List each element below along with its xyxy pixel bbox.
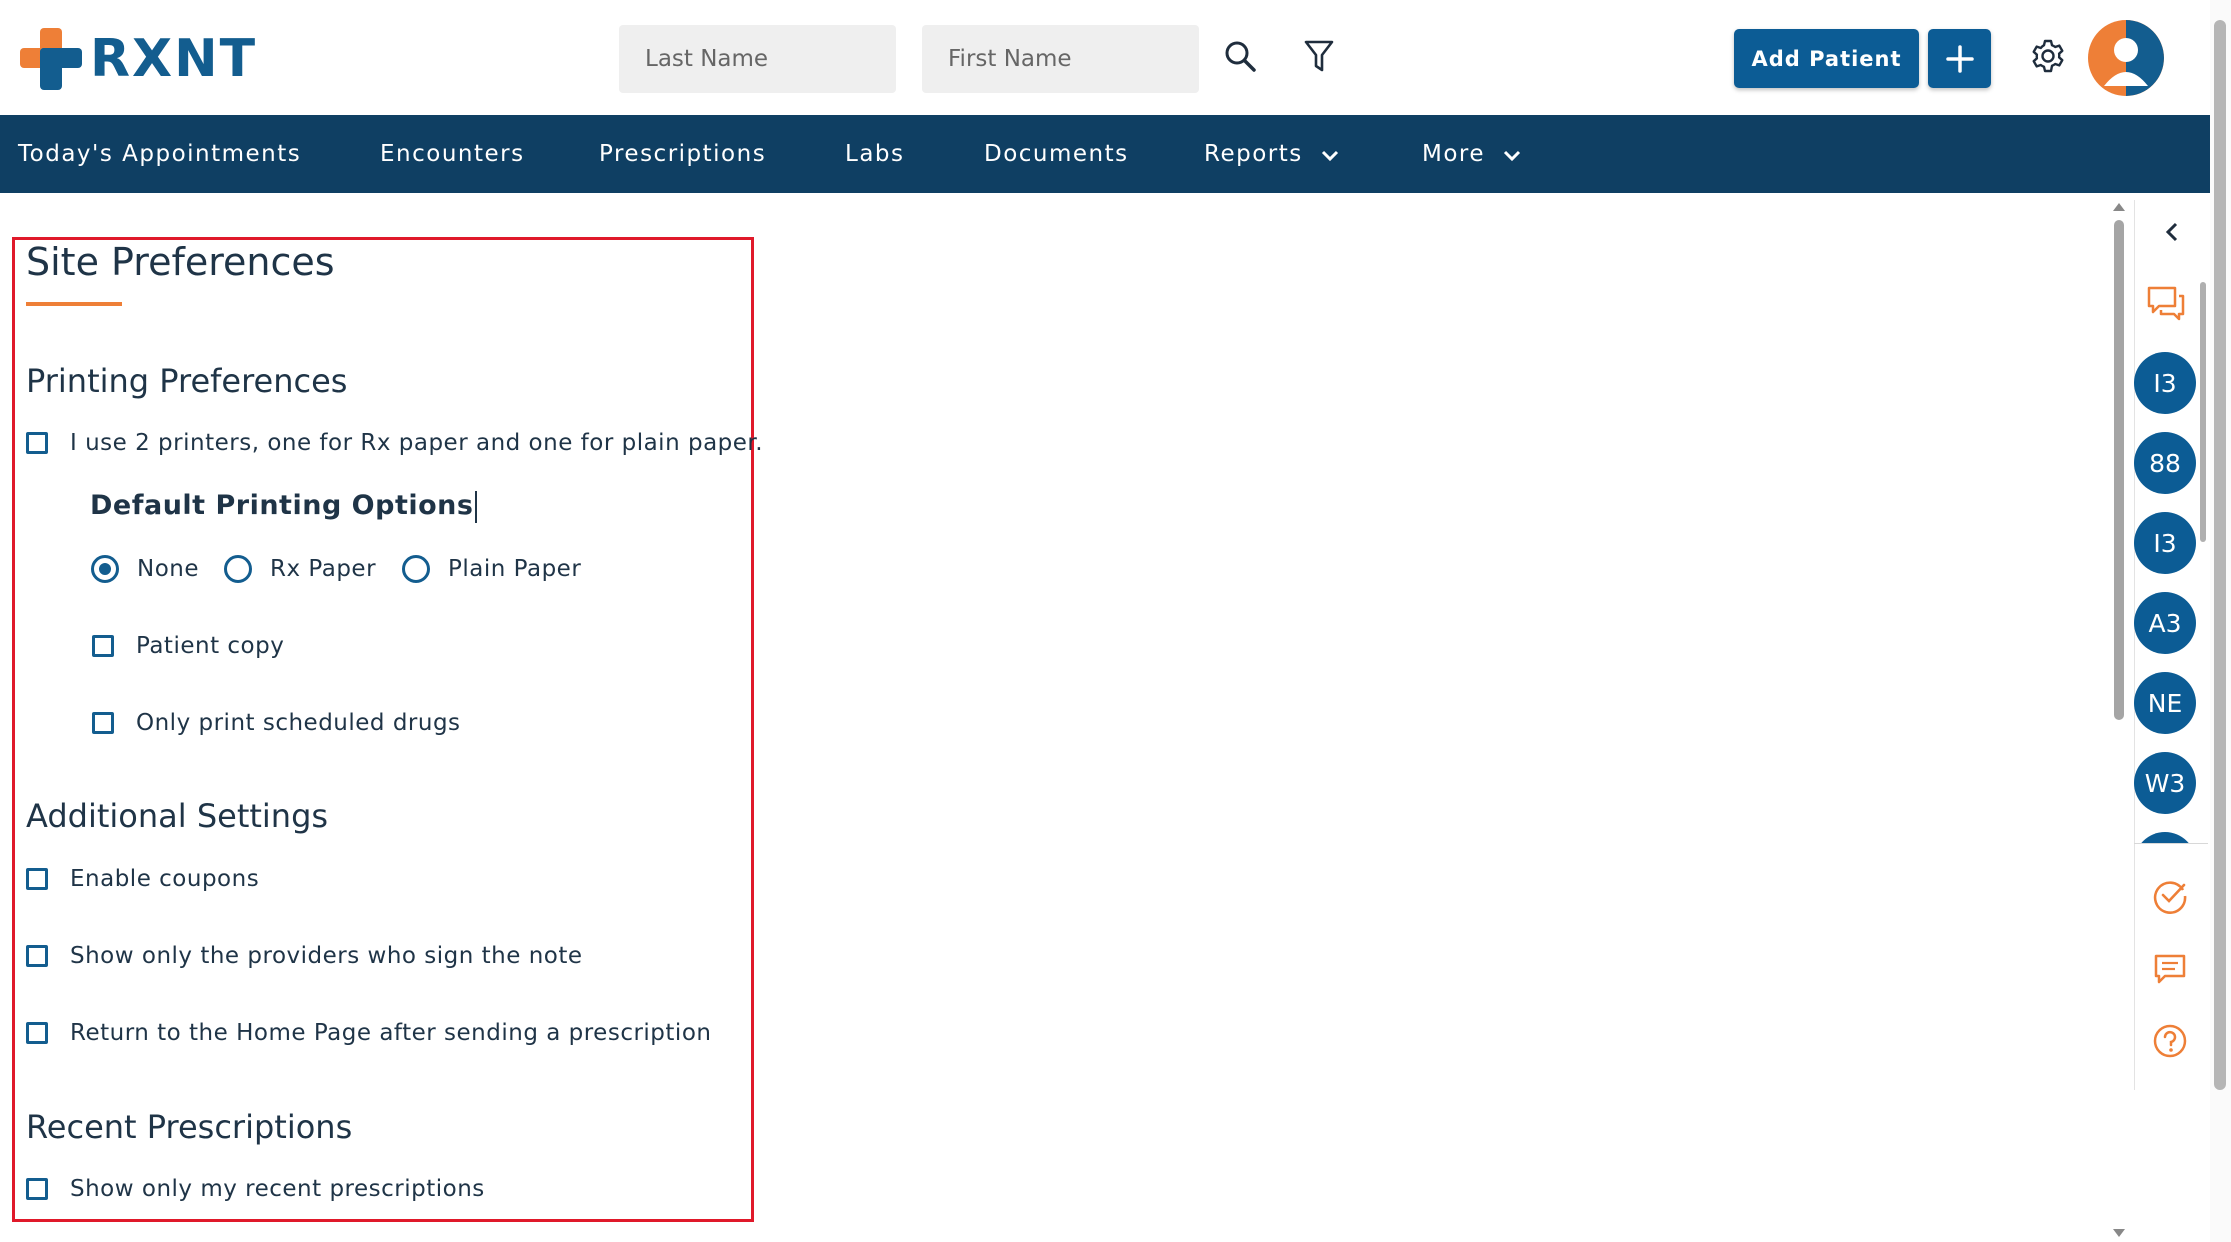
rail-divider bbox=[2134, 843, 2208, 844]
patient-badge[interactable]: W3 bbox=[2134, 752, 2196, 814]
checkbox-box[interactable] bbox=[26, 432, 48, 454]
patient-badge[interactable]: I3 bbox=[2134, 512, 2196, 574]
default-printing-options-heading: Default Printing Options bbox=[90, 490, 478, 523]
nav-reports-label: Reports bbox=[1204, 141, 1303, 167]
chevron-down-icon bbox=[1503, 116, 1521, 194]
radio-button[interactable] bbox=[402, 555, 430, 583]
radio-plain-paper-label: Plain Paper bbox=[448, 556, 582, 582]
content-scrollbar[interactable] bbox=[2110, 200, 2128, 1242]
patient-badge[interactable]: A3 bbox=[2134, 592, 2196, 654]
radio-none[interactable]: None bbox=[91, 555, 199, 583]
scheduled-drugs-label: Only print scheduled drugs bbox=[136, 710, 461, 736]
title-underline bbox=[26, 302, 122, 306]
patient-copy-label: Patient copy bbox=[136, 633, 285, 659]
chevron-down-icon bbox=[1321, 116, 1339, 194]
logo-text: RXNT bbox=[90, 29, 258, 89]
check-circle-icon[interactable] bbox=[2150, 876, 2190, 916]
last-name-input[interactable]: Last Name bbox=[619, 25, 896, 93]
return-home-checkbox[interactable]: Return to the Home Page after sending a … bbox=[26, 1020, 711, 1046]
scroll-down-arrow-icon bbox=[2113, 1229, 2125, 1237]
two-printers-label: I use 2 printers, one for Rx paper and o… bbox=[70, 430, 764, 456]
two-printers-checkbox[interactable]: I use 2 printers, one for Rx paper and o… bbox=[26, 430, 763, 456]
nav-documents[interactable]: Documents bbox=[984, 115, 1129, 193]
checkbox-box[interactable] bbox=[92, 712, 114, 734]
rail-scrollbar[interactable] bbox=[2198, 262, 2208, 840]
checkbox-box[interactable] bbox=[26, 1178, 48, 1200]
search-icon[interactable] bbox=[1222, 38, 1258, 74]
add-patient-button[interactable]: Add Patient bbox=[1734, 29, 1919, 88]
nav-more[interactable]: More bbox=[1422, 115, 1521, 193]
recent-only-mine-checkbox[interactable]: Show only my recent prescriptions bbox=[26, 1176, 485, 1202]
providers-sign-checkbox[interactable]: Show only the providers who sign the not… bbox=[26, 943, 583, 969]
settings-gear-icon[interactable] bbox=[2028, 36, 2068, 76]
nav-prescriptions[interactable]: Prescriptions bbox=[599, 115, 766, 193]
patient-copy-checkbox[interactable]: Patient copy bbox=[92, 633, 284, 659]
radio-button[interactable] bbox=[224, 555, 252, 583]
radio-none-label: None bbox=[137, 556, 200, 582]
checkbox-box[interactable] bbox=[26, 1022, 48, 1044]
scheduled-drugs-checkbox[interactable]: Only print scheduled drugs bbox=[92, 710, 461, 736]
enable-coupons-label: Enable coupons bbox=[70, 866, 260, 892]
scrollbar-thumb[interactable] bbox=[2114, 220, 2124, 720]
nav-more-label: More bbox=[1422, 141, 1486, 167]
text-caret bbox=[475, 490, 478, 523]
chat-bubbles-icon[interactable] bbox=[2144, 283, 2188, 323]
page-title: Site Preferences bbox=[26, 240, 335, 284]
radio-rx-paper[interactable]: Rx Paper bbox=[224, 555, 376, 583]
default-printing-options-label: Default Printing Options bbox=[90, 490, 474, 521]
nav-reports[interactable]: Reports bbox=[1204, 115, 1339, 193]
patient-badge[interactable]: I3 bbox=[2134, 352, 2196, 414]
additional-settings-heading: Additional Settings bbox=[26, 797, 329, 835]
recent-prescriptions-heading: Recent Prescriptions bbox=[26, 1108, 353, 1146]
recent-only-mine-label: Show only my recent prescriptions bbox=[70, 1176, 485, 1202]
user-avatar[interactable] bbox=[2088, 20, 2164, 96]
collapse-chevron-left-icon[interactable] bbox=[2160, 218, 2184, 246]
patient-badge-partial bbox=[2134, 832, 2196, 843]
checkbox-box[interactable] bbox=[26, 868, 48, 890]
nav-labs[interactable]: Labs bbox=[845, 115, 905, 193]
enable-coupons-checkbox[interactable]: Enable coupons bbox=[26, 866, 259, 892]
checkbox-box[interactable] bbox=[26, 945, 48, 967]
scroll-up-arrow-icon bbox=[2113, 203, 2125, 211]
nav-todays-appointments[interactable]: Today's Appointments bbox=[18, 115, 301, 193]
top-header: RXNT Last Name First Name Add Patient bbox=[0, 0, 2210, 115]
patient-badge[interactable]: 88 bbox=[2134, 432, 2196, 494]
radio-rx-paper-label: Rx Paper bbox=[270, 556, 377, 582]
main-nav: Today's Appointments Encounters Prescrip… bbox=[0, 115, 2210, 193]
logo-cross-icon bbox=[20, 28, 82, 90]
message-icon[interactable] bbox=[2150, 950, 2190, 988]
rail-scrollbar-thumb[interactable] bbox=[2200, 282, 2206, 542]
radio-plain-paper[interactable]: Plain Paper bbox=[402, 555, 581, 583]
providers-sign-label: Show only the providers who sign the not… bbox=[70, 943, 583, 969]
patient-badge[interactable]: NE bbox=[2134, 672, 2196, 734]
first-name-input[interactable]: First Name bbox=[922, 25, 1199, 93]
return-home-label: Return to the Home Page after sending a … bbox=[70, 1020, 712, 1046]
printing-preferences-heading: Printing Preferences bbox=[26, 362, 348, 400]
plus-icon bbox=[1945, 44, 1974, 73]
add-button[interactable] bbox=[1928, 29, 1991, 88]
rxnt-logo[interactable]: RXNT bbox=[20, 28, 257, 90]
page-scrollbar[interactable] bbox=[2210, 0, 2231, 1242]
filter-icon[interactable] bbox=[1302, 38, 1336, 74]
nav-encounters[interactable]: Encounters bbox=[380, 115, 525, 193]
help-icon[interactable] bbox=[2150, 1021, 2190, 1061]
radio-button-selected[interactable] bbox=[91, 555, 119, 583]
page-scrollbar-thumb[interactable] bbox=[2214, 20, 2226, 1090]
checkbox-box[interactable] bbox=[92, 635, 114, 657]
